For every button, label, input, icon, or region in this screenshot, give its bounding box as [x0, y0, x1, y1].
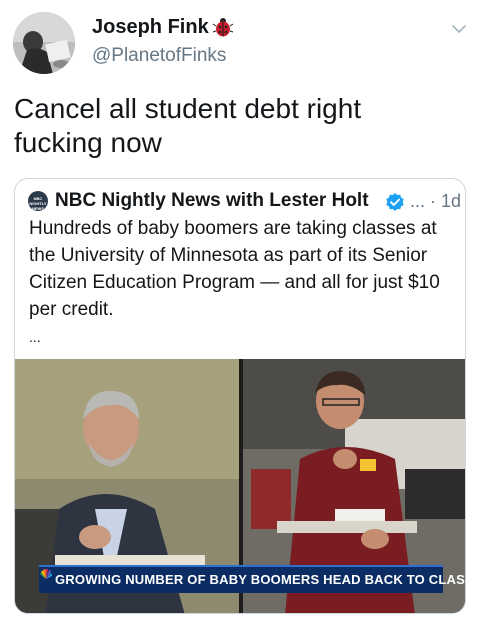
- quoted-author-name[interactable]: NBC Nightly News with Lester Holt: [55, 190, 369, 212]
- peacock-icon: [40, 568, 52, 579]
- verified-badge-icon: [386, 193, 404, 211]
- ladybug-icon: [212, 18, 234, 37]
- video-thumbnail[interactable]: GROWING NUMBER OF BABY BOOMERS HEAD BACK…: [15, 359, 465, 613]
- author-handle[interactable]: @PlanetofFinks: [92, 45, 226, 67]
- author-name[interactable]: Joseph Fink: [92, 16, 209, 39]
- tweet: Joseph Fink @PlanetofFinks Cancel all st…: [0, 0, 480, 628]
- tweet-text: Cancel all student debt right fucking no…: [14, 93, 362, 158]
- author-avatar[interactable]: [13, 12, 75, 74]
- nbc-nightly-news-logo: NBC NIGHTLY NEWS: [28, 191, 48, 211]
- lower-third-text: GROWING NUMBER OF BABY BOOMERS HEAD BACK…: [55, 572, 466, 587]
- quoted-tweet-card[interactable]: NBC NIGHTLY NEWS NBC Nightly News with L…: [14, 178, 466, 614]
- chevron-down-icon[interactable]: [450, 20, 468, 38]
- news-lower-third: GROWING NUMBER OF BABY BOOMERS HEAD BACK…: [39, 565, 465, 593]
- quoted-text: Hundreds of baby boomers are taking clas…: [29, 218, 440, 320]
- quoted-ellipsis: ...: [29, 329, 41, 345]
- quoted-meta: ... · 1d: [410, 191, 462, 211]
